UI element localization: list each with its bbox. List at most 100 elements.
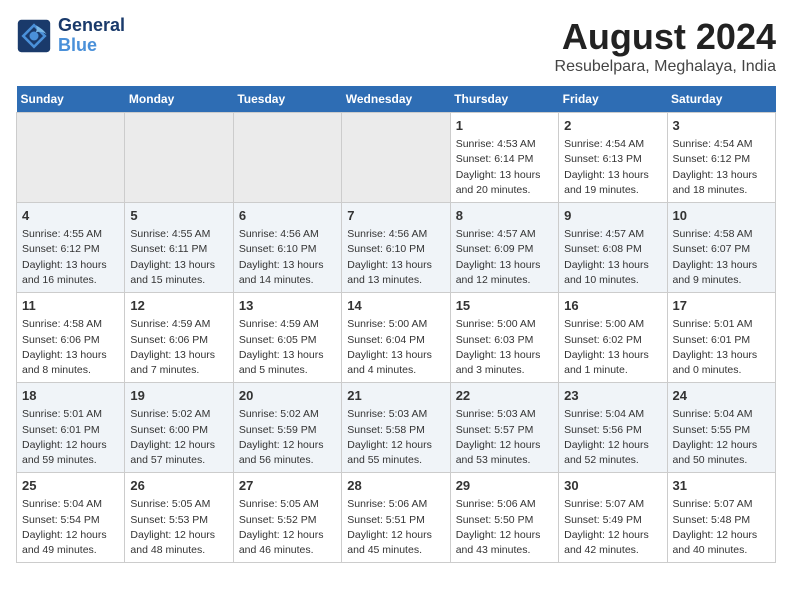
day-info: Sunrise: 5:05 AM Sunset: 5:53 PM Dayligh… [130,497,227,558]
day-info: Sunrise: 5:01 AM Sunset: 6:01 PM Dayligh… [22,407,119,468]
day-number: 25 [22,477,119,495]
day-info: Sunrise: 4:53 AM Sunset: 6:14 PM Dayligh… [456,137,553,198]
calendar-cell: 3 Sunrise: 4:54 AM Sunset: 6:12 PM Daylig… [667,113,775,203]
calendar-subtitle: Resubelpara, Meghalaya, India [555,58,776,76]
day-number: 19 [130,387,227,405]
day-info: Sunrise: 5:02 AM Sunset: 5:59 PM Dayligh… [239,407,336,468]
calendar-table: SundayMondayTuesdayWednesdayThursdayFrid… [16,86,776,563]
day-number: 31 [673,477,770,495]
calendar-week-4: 18 Sunrise: 5:01 AM Sunset: 6:01 PM Dayli… [17,383,776,473]
weekday-header-monday: Monday [125,86,233,113]
day-info: Sunrise: 5:06 AM Sunset: 5:50 PM Dayligh… [456,497,553,558]
day-number: 27 [239,477,336,495]
day-info: Sunrise: 5:00 AM Sunset: 6:04 PM Dayligh… [347,317,444,378]
calendar-cell: 9Sunrise: 4:57 AM Sunset: 6:08 PM Daylig… [559,203,667,293]
calendar-cell: 6Sunrise: 4:56 AM Sunset: 6:10 PM Daylig… [233,203,341,293]
logo-line1: General [58,16,125,36]
day-info: Sunrise: 5:03 AM Sunset: 5:57 PM Dayligh… [456,407,553,468]
day-info: Sunrise: 4:58 AM Sunset: 6:07 PM Dayligh… [673,227,770,288]
calendar-cell: 23Sunrise: 5:04 AM Sunset: 5:56 PM Dayli… [559,383,667,473]
day-number: 17 [673,297,770,315]
day-info: Sunrise: 4:57 AM Sunset: 6:08 PM Dayligh… [564,227,661,288]
weekday-header-thursday: Thursday [450,86,558,113]
day-info: Sunrise: 4:56 AM Sunset: 6:10 PM Dayligh… [239,227,336,288]
day-number: 10 [673,207,770,225]
day-number: 4 [22,207,119,225]
calendar-cell: 18 Sunrise: 5:01 AM Sunset: 6:01 PM Dayli… [17,383,125,473]
day-info: Sunrise: 5:00 AM Sunset: 6:03 PM Dayligh… [456,317,553,378]
day-info: Sunrise: 4:55 AM Sunset: 6:12 PM Dayligh… [22,227,119,288]
weekday-header-sunday: Sunday [17,86,125,113]
calendar-cell: 11Sunrise: 4:58 AM Sunset: 6:06 PM Dayli… [17,293,125,383]
calendar-cell: 26Sunrise: 5:05 AM Sunset: 5:53 PM Dayli… [125,473,233,563]
calendar-cell: 28 Sunrise: 5:06 AM Sunset: 5:51 PM Dayli… [342,473,450,563]
calendar-cell: 10 Sunrise: 4:58 AM Sunset: 6:07 PM Dayli… [667,203,775,293]
day-number: 2 [564,117,661,135]
day-info: Sunrise: 5:00 AM Sunset: 6:02 PM Dayligh… [564,317,661,378]
day-info: Sunrise: 4:54 AM Sunset: 6:13 PM Dayligh… [564,137,661,198]
day-info: Sunrise: 4:58 AM Sunset: 6:06 PM Dayligh… [22,317,119,378]
calendar-cell: 16 Sunrise: 5:00 AM Sunset: 6:02 PM Dayli… [559,293,667,383]
page-header: General Blue August 2024 Resubelpara, Me… [16,16,776,76]
day-info: Sunrise: 5:04 AM Sunset: 5:55 PM Dayligh… [673,407,770,468]
calendar-week-1: 1 Sunrise: 4:53 AM Sunset: 6:14 PM Daylig… [17,113,776,203]
calendar-week-2: 4 Sunrise: 4:55 AM Sunset: 6:12 PM Daylig… [17,203,776,293]
calendar-cell: 25 Sunrise: 5:04 AM Sunset: 5:54 PM Dayli… [17,473,125,563]
day-info: Sunrise: 4:59 AM Sunset: 6:05 PM Dayligh… [239,317,336,378]
day-number: 23 [564,387,661,405]
day-number: 28 [347,477,444,495]
day-number: 15 [456,297,553,315]
calendar-cell: 31Sunrise: 5:07 AM Sunset: 5:48 PM Dayli… [667,473,775,563]
calendar-cell: 13 Sunrise: 4:59 AM Sunset: 6:05 PM Dayli… [233,293,341,383]
day-number: 8 [456,207,553,225]
day-info: Sunrise: 4:56 AM Sunset: 6:10 PM Dayligh… [347,227,444,288]
day-number: 3 [673,117,770,135]
day-info: Sunrise: 5:04 AM Sunset: 5:54 PM Dayligh… [22,497,119,558]
calendar-cell: 24 Sunrise: 5:04 AM Sunset: 5:55 PM Dayli… [667,383,775,473]
weekday-header-tuesday: Tuesday [233,86,341,113]
calendar-cell: 15 Sunrise: 5:00 AM Sunset: 6:03 PM Dayli… [450,293,558,383]
day-info: Sunrise: 4:59 AM Sunset: 6:06 PM Dayligh… [130,317,227,378]
day-number: 13 [239,297,336,315]
calendar-cell: 8Sunrise: 4:57 AM Sunset: 6:09 PM Daylig… [450,203,558,293]
weekday-header-friday: Friday [559,86,667,113]
calendar-cell: 29Sunrise: 5:06 AM Sunset: 5:50 PM Dayli… [450,473,558,563]
day-info: Sunrise: 5:07 AM Sunset: 5:49 PM Dayligh… [564,497,661,558]
calendar-cell [342,113,450,203]
calendar-cell: 7 Sunrise: 4:56 AM Sunset: 6:10 PM Daylig… [342,203,450,293]
day-info: Sunrise: 5:06 AM Sunset: 5:51 PM Dayligh… [347,497,444,558]
logo-text: General Blue [58,16,125,56]
calendar-cell: 17Sunrise: 5:01 AM Sunset: 6:01 PM Dayli… [667,293,775,383]
day-number: 7 [347,207,444,225]
calendar-cell: 14Sunrise: 5:00 AM Sunset: 6:04 PM Dayli… [342,293,450,383]
calendar-cell: 12 Sunrise: 4:59 AM Sunset: 6:06 PM Dayli… [125,293,233,383]
day-number: 5 [130,207,227,225]
calendar-cell: 1 Sunrise: 4:53 AM Sunset: 6:14 PM Daylig… [450,113,558,203]
calendar-cell: 22 Sunrise: 5:03 AM Sunset: 5:57 PM Dayli… [450,383,558,473]
day-number: 20 [239,387,336,405]
weekday-header-wednesday: Wednesday [342,86,450,113]
day-number: 12 [130,297,227,315]
day-number: 18 [22,387,119,405]
day-info: Sunrise: 4:54 AM Sunset: 6:12 PM Dayligh… [673,137,770,198]
day-number: 24 [673,387,770,405]
weekday-header-row: SundayMondayTuesdayWednesdayThursdayFrid… [17,86,776,113]
calendar-title: August 2024 [555,16,776,58]
calendar-cell [233,113,341,203]
day-info: Sunrise: 5:03 AM Sunset: 5:58 PM Dayligh… [347,407,444,468]
calendar-week-3: 11Sunrise: 4:58 AM Sunset: 6:06 PM Dayli… [17,293,776,383]
calendar-cell: 2 Sunrise: 4:54 AM Sunset: 6:13 PM Daylig… [559,113,667,203]
title-block: August 2024 Resubelpara, Meghalaya, Indi… [555,16,776,76]
calendar-week-5: 25 Sunrise: 5:04 AM Sunset: 5:54 PM Dayli… [17,473,776,563]
calendar-cell: 20 Sunrise: 5:02 AM Sunset: 5:59 PM Dayli… [233,383,341,473]
day-info: Sunrise: 5:02 AM Sunset: 6:00 PM Dayligh… [130,407,227,468]
day-number: 30 [564,477,661,495]
day-number: 16 [564,297,661,315]
logo: General Blue [16,16,125,56]
calendar-cell: 21Sunrise: 5:03 AM Sunset: 5:58 PM Dayli… [342,383,450,473]
calendar-cell: 5Sunrise: 4:55 AM Sunset: 6:11 PM Daylig… [125,203,233,293]
calendar-cell: 27 Sunrise: 5:05 AM Sunset: 5:52 PM Dayli… [233,473,341,563]
day-number: 1 [456,117,553,135]
day-info: Sunrise: 5:05 AM Sunset: 5:52 PM Dayligh… [239,497,336,558]
day-number: 22 [456,387,553,405]
